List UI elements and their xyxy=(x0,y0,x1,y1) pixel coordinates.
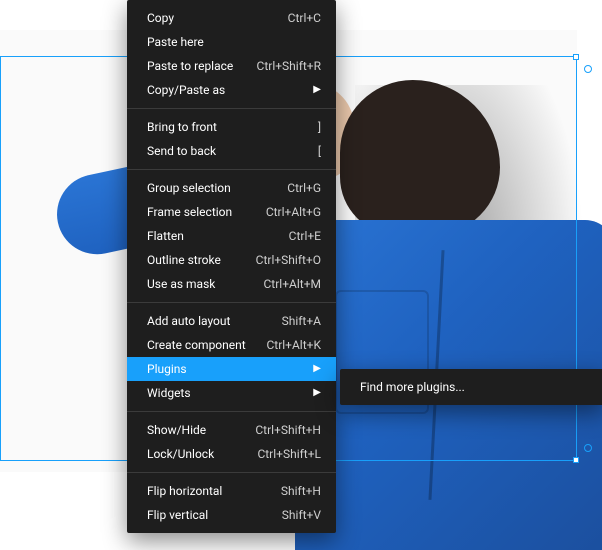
menu-separator xyxy=(127,472,336,473)
menu-item-copy[interactable]: CopyCtrl+C xyxy=(127,6,336,30)
menu-item-use-mask-shortcut: Ctrl+Alt+M xyxy=(246,277,322,291)
menu-item-send-back-label: Send to back xyxy=(147,144,300,158)
menu-item-use-mask[interactable]: Use as maskCtrl+Alt+M xyxy=(127,272,336,296)
menu-item-flip-v[interactable]: Flip verticalShift+V xyxy=(127,503,336,527)
menu-item-bring-front-shortcut: ] xyxy=(300,120,321,134)
menu-item-show-hide-label: Show/Hide xyxy=(147,423,237,437)
menu-item-paste-replace-label: Paste to replace xyxy=(147,59,239,73)
menu-item-send-back[interactable]: Send to back[ xyxy=(127,139,336,163)
menu-separator xyxy=(127,169,336,170)
menu-item-flip-v-label: Flip vertical xyxy=(147,508,264,522)
menu-item-outline-stroke-label: Outline stroke xyxy=(147,253,238,267)
menu-item-paste-replace[interactable]: Paste to replaceCtrl+Shift+R xyxy=(127,54,336,78)
menu-item-bring-front[interactable]: Bring to front] xyxy=(127,115,336,139)
menu-separator xyxy=(127,108,336,109)
submenu-arrow-icon: ▶ xyxy=(313,85,321,95)
menu-item-copy-shortcut: Ctrl+C xyxy=(270,11,321,25)
menu-separator xyxy=(127,411,336,412)
menu-item-frame-sel-label: Frame selection xyxy=(147,205,248,219)
menu-item-flip-h[interactable]: Flip horizontalShift+H xyxy=(127,479,336,503)
submenu-arrow-icon: ▶ xyxy=(313,364,321,374)
menu-item-group-sel-label: Group selection xyxy=(147,181,269,195)
selection-rotate-tr[interactable] xyxy=(584,65,592,73)
menu-item-frame-sel-shortcut: Ctrl+Alt+G xyxy=(248,205,321,219)
context-menu[interactable]: CopyCtrl+CPaste herePaste to replaceCtrl… xyxy=(127,0,336,533)
submenu-arrow-icon: ▶ xyxy=(313,388,321,398)
menu-item-auto-layout[interactable]: Add auto layoutShift+A xyxy=(127,309,336,333)
menu-item-paste-here[interactable]: Paste here xyxy=(127,30,336,54)
menu-item-flatten-shortcut: Ctrl+E xyxy=(271,229,321,243)
menu-item-show-hide-shortcut: Ctrl+Shift+H xyxy=(237,423,321,437)
menu-item-lock-unlock-shortcut: Ctrl+Shift+L xyxy=(239,447,321,461)
menu-item-create-comp[interactable]: Create componentCtrl+Alt+K xyxy=(127,333,336,357)
menu-item-use-mask-label: Use as mask xyxy=(147,277,246,291)
menu-item-paste-replace-shortcut: Ctrl+Shift+R xyxy=(239,59,321,73)
menu-item-bring-front-label: Bring to front xyxy=(147,120,300,134)
menu-item-widgets[interactable]: Widgets▶ xyxy=(127,381,336,405)
menu-item-flip-h-label: Flip horizontal xyxy=(147,484,263,498)
menu-item-paste-here-label: Paste here xyxy=(147,35,321,49)
menu-item-copy-label: Copy xyxy=(147,11,270,25)
menu-item-copy-paste-as[interactable]: Copy/Paste as▶ xyxy=(127,78,336,102)
menu-item-show-hide[interactable]: Show/HideCtrl+Shift+H xyxy=(127,418,336,442)
menu-item-copy-paste-as-label: Copy/Paste as xyxy=(147,83,313,97)
menu-item-create-comp-shortcut: Ctrl+Alt+K xyxy=(248,338,321,352)
menu-item-widgets-label: Widgets xyxy=(147,386,313,400)
menu-item-plugins-label: Plugins xyxy=(147,362,313,376)
menu-item-auto-layout-label: Add auto layout xyxy=(147,314,264,328)
menu-item-outline-stroke[interactable]: Outline strokeCtrl+Shift+O xyxy=(127,248,336,272)
menu-item-auto-layout-shortcut: Shift+A xyxy=(264,314,321,328)
menu-item-flatten[interactable]: FlattenCtrl+E xyxy=(127,224,336,248)
plugins-submenu[interactable]: Find more plugins... xyxy=(340,369,602,405)
submenu-item-find-more-label: Find more plugins... xyxy=(360,380,590,394)
menu-item-flip-v-shortcut: Shift+V xyxy=(264,508,321,522)
menu-item-lock-unlock[interactable]: Lock/UnlockCtrl+Shift+L xyxy=(127,442,336,466)
canvas[interactable]: CopyCtrl+CPaste herePaste to replaceCtrl… xyxy=(0,0,602,547)
menu-item-lock-unlock-label: Lock/Unlock xyxy=(147,447,239,461)
menu-item-plugins[interactable]: Plugins▶ xyxy=(127,357,336,381)
menu-item-send-back-shortcut: [ xyxy=(300,144,321,158)
submenu-item-find-more[interactable]: Find more plugins... xyxy=(340,375,602,399)
menu-item-outline-stroke-shortcut: Ctrl+Shift+O xyxy=(238,253,321,267)
menu-item-flatten-label: Flatten xyxy=(147,229,271,243)
menu-item-group-sel-shortcut: Ctrl+G xyxy=(269,181,321,195)
menu-item-group-sel[interactable]: Group selectionCtrl+G xyxy=(127,176,336,200)
menu-separator xyxy=(127,302,336,303)
menu-item-flip-h-shortcut: Shift+H xyxy=(263,484,321,498)
menu-item-create-comp-label: Create component xyxy=(147,338,248,352)
menu-item-frame-sel[interactable]: Frame selectionCtrl+Alt+G xyxy=(127,200,336,224)
